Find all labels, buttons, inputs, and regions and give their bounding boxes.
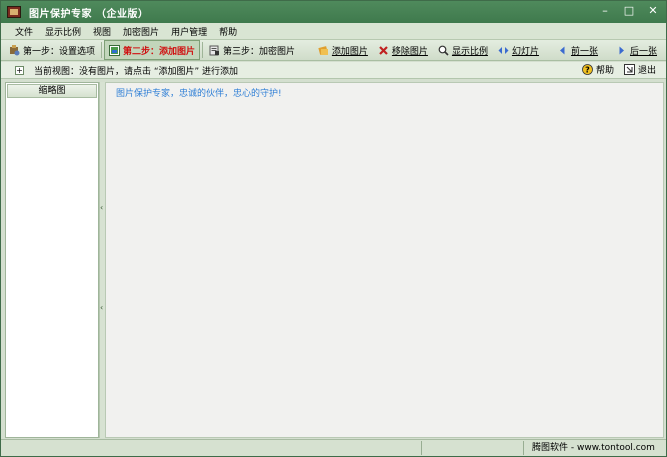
thumbnail-tab[interactable]: 缩略图: [7, 84, 97, 98]
encrypt-icon: [209, 45, 220, 56]
next-label: 后一张: [629, 46, 657, 57]
step-1-label: 第一步：设置选项: [23, 46, 96, 57]
toolbar-divider: [202, 42, 204, 58]
remove-image-label: 移除图片: [391, 46, 428, 57]
help-label: 帮助: [595, 66, 614, 76]
menu-zoom[interactable]: 显示比例: [39, 25, 87, 38]
help-button[interactable]: ? 帮助: [582, 63, 614, 76]
step-2-label: 第二步：添加图片: [123, 46, 196, 57]
next-arrow-icon: [616, 45, 627, 56]
help-exit-group: ? 帮助 退出: [582, 63, 656, 76]
zoom-icon: [438, 45, 449, 56]
slideshow-button[interactable]: 幻灯片: [493, 44, 544, 57]
toolbar: 第一步：设置选项 第二步：添加图片 第三步：加密图片 添加图片 移除图片 显示比…: [1, 39, 666, 61]
step-2-add-pictures[interactable]: 第二步：添加图片: [104, 40, 201, 60]
slideshow-icon: [498, 45, 509, 56]
thumbnail-panel: 缩略图: [5, 82, 99, 438]
menu-encrypt[interactable]: 加密图片: [117, 25, 165, 38]
next-button[interactable]: 后一张: [611, 44, 662, 57]
exit-button[interactable]: 退出: [623, 63, 656, 76]
exit-label: 退出: [637, 66, 656, 76]
add-image-button[interactable]: 添加图片: [313, 44, 373, 57]
step-3-label: 第三步：加密图片: [223, 46, 296, 57]
minimize-button[interactable]: –: [598, 4, 612, 18]
title-bar[interactable]: 图片保护专家 （企业版） – □ ✕: [1, 1, 666, 23]
image-view-area[interactable]: 图片保护专家，忠诚的伙伴，忠心的守护!: [105, 82, 664, 438]
status-bar: 腾图软件 - www.tontool.com: [1, 439, 666, 456]
svg-text:?: ?: [585, 66, 590, 75]
remove-x-icon: [378, 45, 389, 56]
window-controls: – □ ✕: [598, 4, 660, 18]
zoom-ratio-button[interactable]: 显示比例: [433, 44, 493, 57]
info-bar: + 当前视图：没有图片，请点击 “添加图片” 进行添加 ? 帮助 退出: [1, 62, 666, 79]
settings-tools-icon: [9, 44, 20, 56]
status-empty-cell: [421, 441, 521, 455]
current-view-status: 当前视图：没有图片，请点击 “添加图片” 进行添加: [34, 66, 239, 77]
step-3-encrypt[interactable]: 第三步：加密图片: [205, 40, 299, 60]
app-logo-icon: [7, 6, 21, 18]
previous-button[interactable]: 前一张: [552, 44, 603, 57]
window-title: 图片保护专家 （企业版）: [29, 8, 149, 20]
maximize-button[interactable]: □: [622, 4, 636, 18]
slogan-message: 图片保护专家，忠诚的伙伴，忠心的守护!: [116, 89, 282, 99]
app-window: 图片保护专家 （企业版） – □ ✕ 文件 显示比例 视图 加密图片 用户管理 …: [0, 0, 667, 457]
step-1-settings[interactable]: 第一步：设置选项: [5, 40, 99, 60]
menu-users[interactable]: 用户管理: [165, 25, 213, 38]
close-button[interactable]: ✕: [646, 4, 660, 18]
add-image-label: 添加图片: [331, 46, 368, 57]
expand-toggle-button[interactable]: +: [15, 65, 24, 75]
slideshow-label: 幻灯片: [511, 46, 539, 57]
prev-arrow-icon: [557, 45, 568, 56]
remove-image-button[interactable]: 移除图片: [373, 44, 433, 57]
add-image-icon: [318, 45, 329, 56]
menu-bar: 文件 显示比例 视图 加密图片 用户管理 帮助: [1, 23, 666, 39]
help-question-icon: ?: [582, 64, 593, 75]
menu-help[interactable]: 帮助: [213, 25, 243, 38]
toolbar-divider: [101, 42, 103, 58]
status-vendor: 腾图软件 - www.tontool.com: [523, 441, 663, 455]
exit-door-icon: [623, 64, 635, 75]
add-picture-icon: [109, 44, 121, 56]
previous-label: 前一张: [570, 46, 598, 57]
menu-file[interactable]: 文件: [9, 25, 39, 38]
zoom-ratio-label: 显示比例: [451, 46, 488, 57]
menu-view[interactable]: 视图: [87, 25, 117, 38]
